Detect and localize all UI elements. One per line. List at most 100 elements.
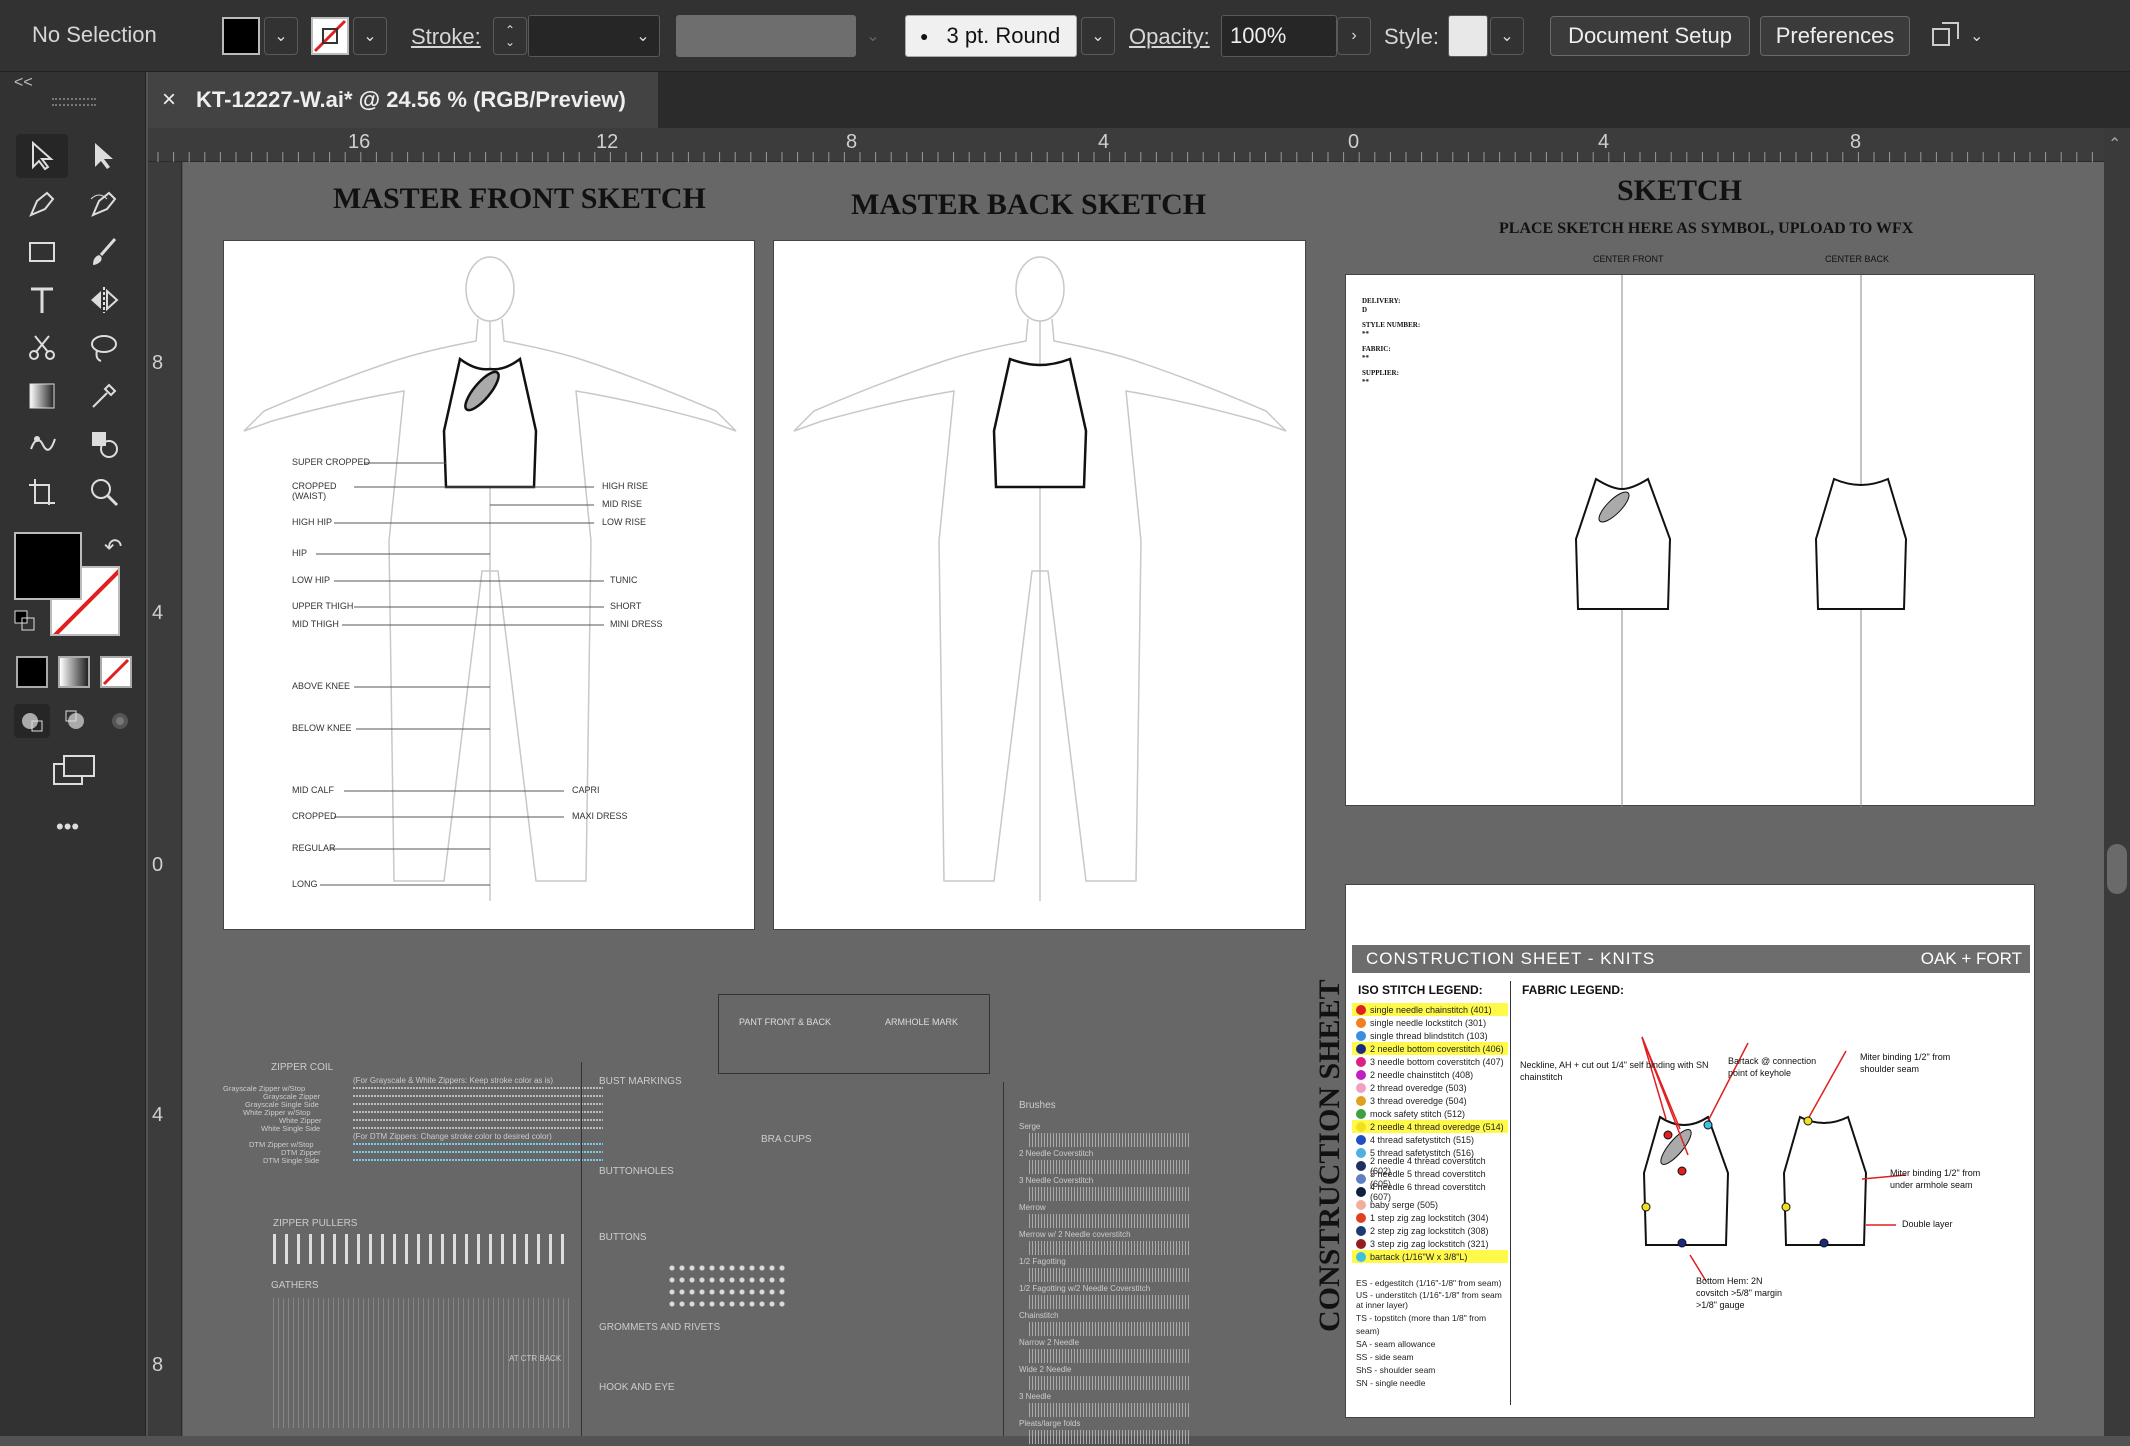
panel-grip[interactable]: [52, 98, 96, 106]
brush-swatch[interactable]: [1029, 1430, 1189, 1444]
brush-row-label: 1/2 Fagotting w/2 Needle Coverstitch: [1019, 1284, 1151, 1293]
length-label-right: HIGH RISE: [602, 481, 649, 491]
brushes-label: Brushes: [1019, 1100, 1056, 1111]
front-sketch-artboard[interactable]: SUPER CROPPED CROPPED (WAIST) HIGH HIP H…: [223, 240, 755, 930]
opacity-input[interactable]: 100%: [1221, 15, 1337, 57]
fill-color-large[interactable]: [14, 532, 82, 600]
brush-swatch[interactable]: [1029, 1241, 1189, 1255]
document-setup-button[interactable]: Document Setup: [1550, 16, 1750, 56]
hook-eye-label: HOOK AND EYE: [599, 1382, 675, 1393]
brush-dropdown[interactable]: ⌄: [1081, 17, 1115, 55]
lasso-icon: [91, 335, 117, 362]
panel-collapse-toggle[interactable]: <<: [14, 74, 33, 92]
document-tab[interactable]: × KT-12227-W.ai* @ 24.56 % (RGB/Preview): [148, 72, 658, 128]
fill-dropdown[interactable]: ⌄: [264, 17, 298, 55]
stroke-weight-dropdown[interactable]: ⌄: [626, 17, 660, 55]
draw-normal-button[interactable]: [14, 704, 50, 738]
lasso-tool[interactable]: [78, 326, 130, 370]
paintbrush-tool[interactable]: [78, 230, 130, 274]
vertical-ruler[interactable]: 8 4 0 4 8: [148, 162, 182, 1436]
pen-tool[interactable]: [16, 182, 68, 226]
gradient-tool[interactable]: [16, 374, 68, 418]
horizontal-ruler[interactable]: 16 12 8 4 0 4 8: [148, 128, 2118, 162]
profile-dropdown[interactable]: ⌄: [856, 17, 890, 55]
brush-row-label: Serge: [1019, 1122, 1041, 1131]
bust-markings-label: BUST MARKINGS: [599, 1076, 682, 1087]
shape-builder-tool[interactable]: [78, 422, 130, 466]
brush-swatch[interactable]: [1029, 1133, 1189, 1147]
draw-behind-icon: [65, 710, 84, 729]
style-swatch[interactable]: [1448, 15, 1488, 57]
rectangle-tool[interactable]: [16, 230, 68, 274]
scissors-tool[interactable]: [16, 326, 68, 370]
zipper-pullers-label: ZIPPER PULLERS: [273, 1218, 358, 1229]
opacity-arrow-button[interactable]: ›: [1337, 17, 1371, 55]
sketch-title: SKETCH: [1617, 174, 1743, 207]
vertical-scrollbar[interactable]: ⌃: [2104, 128, 2130, 1436]
gathers-swatches[interactable]: [273, 1298, 573, 1428]
length-label-right: MINI DRESS: [610, 619, 663, 629]
eyedropper-tool[interactable]: [78, 374, 130, 418]
swap-colors-icon[interactable]: ↶: [104, 534, 122, 560]
buttons-label: BUTTONS: [599, 1232, 647, 1243]
none-mode-button[interactable]: [100, 656, 132, 688]
buttons-swatches[interactable]: [667, 1262, 787, 1308]
type-tool[interactable]: [16, 278, 68, 322]
draw-behind-button[interactable]: [58, 704, 94, 738]
stroke-swatch[interactable]: [311, 17, 349, 55]
artboard-tool[interactable]: [16, 470, 68, 514]
fill-swatch[interactable]: [222, 17, 260, 55]
zoom-tool[interactable]: [78, 470, 130, 514]
scissors-icon: [29, 335, 55, 360]
screen-mode-button[interactable]: [50, 752, 98, 788]
curvature-tool[interactable]: [78, 182, 130, 226]
opacity-label[interactable]: Opacity:: [1129, 24, 1210, 50]
length-label-left: BELOW KNEE: [292, 723, 352, 733]
ruler-ticks: [157, 152, 2109, 162]
zipper-section[interactable]: ZIPPER COIL (For Grayscale & White Zippe…: [223, 1062, 603, 1182]
none-slash-icon: [313, 19, 347, 53]
zipper-pullers-row[interactable]: [273, 1234, 573, 1264]
brush-swatch[interactable]: [1029, 1322, 1189, 1336]
brush-swatch[interactable]: [1029, 1160, 1189, 1174]
selection-tool[interactable]: [16, 134, 68, 178]
puppet-warp-tool[interactable]: [16, 422, 68, 466]
back-sketch-artboard[interactable]: [773, 240, 1306, 930]
color-mode-button[interactable]: [16, 656, 48, 688]
brush-list[interactable]: Serge 2 Needle Coverstitch 3 Needle Covers…: [1019, 1122, 1189, 1446]
reflect-tool[interactable]: [78, 278, 130, 322]
brush-row-label: Pleats/large folds: [1019, 1419, 1081, 1428]
brush-swatch[interactable]: [1029, 1349, 1189, 1363]
sketch-artboard[interactable]: DELIVERY: D STYLE NUMBER: ** FABRIC: ** …: [1345, 274, 2035, 807]
pant-mark-box[interactable]: PANT FRONT & BACK ARMHOLE MARK: [718, 994, 990, 1074]
gradient-mode-button[interactable]: [58, 656, 90, 688]
style-dropdown[interactable]: ⌄: [1490, 17, 1524, 55]
default-colors-icon[interactable]: [14, 610, 36, 632]
variable-width-profile[interactable]: [676, 15, 856, 57]
brush-definition[interactable]: ● 3 pt. Round: [905, 15, 1077, 57]
brush-swatch[interactable]: [1029, 1403, 1189, 1417]
brush-swatch[interactable]: [1029, 1268, 1189, 1282]
brush-swatch[interactable]: [1029, 1214, 1189, 1228]
direct-selection-tool[interactable]: [78, 134, 130, 178]
brush-swatch[interactable]: [1029, 1376, 1189, 1390]
more-tools-button[interactable]: •••: [56, 814, 79, 840]
stroke-dropdown[interactable]: ⌄: [353, 17, 387, 55]
stroke-weight-stepper[interactable]: ⌃ ⌄: [493, 17, 527, 55]
brush-swatch[interactable]: [1029, 1295, 1189, 1309]
brush-swatch[interactable]: [1029, 1187, 1189, 1201]
preferences-button[interactable]: Preferences: [1760, 16, 1910, 56]
ruler-h-label: 4: [1098, 131, 1110, 153]
draw-inside-button[interactable]: [102, 704, 138, 738]
tab-close-icon[interactable]: ×: [162, 86, 176, 114]
scroll-thumb[interactable]: [2107, 844, 2127, 894]
construction-artboard[interactable]: CONSTRUCTION SHEET - KNITS OAK + FORT IS…: [1345, 884, 2035, 1418]
arrange-documents-icon[interactable]: ⌄: [1930, 18, 2000, 54]
back-sketch-title: MASTER BACK SKETCH: [851, 188, 1207, 221]
length-label-left: MID CALF: [292, 785, 335, 795]
back-croquis-figure: [793, 256, 1287, 901]
length-label-left: CROPPED: [292, 811, 337, 821]
canvas-area[interactable]: MASTER FRONT SKETCH SUPER CROPPED CROPPE…: [183, 162, 2104, 1444]
scroll-up-arrow[interactable]: ⌃: [2108, 134, 2121, 154]
stroke-label[interactable]: Stroke:: [411, 24, 481, 50]
